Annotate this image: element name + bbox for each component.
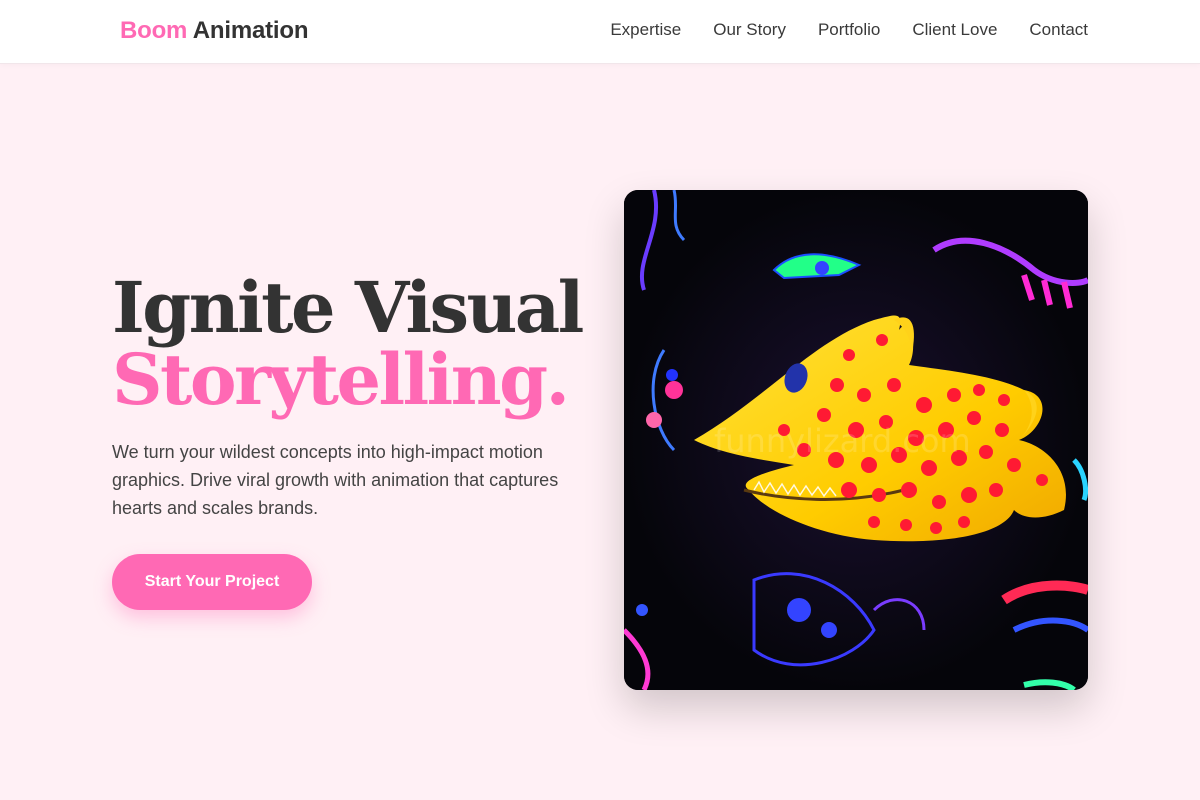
brand-accent: Boom	[120, 17, 188, 44]
nav-link-expertise[interactable]: Expertise	[610, 20, 681, 40]
image-watermark: funnylizard.com	[714, 422, 971, 460]
nav-link-client-love[interactable]: Client Love	[912, 20, 997, 40]
hero-description: We turn your wildest concepts into high-…	[112, 442, 559, 518]
hero-headline-line1: Ignite Visual	[112, 266, 584, 349]
nav-links: Expertise Our Story Portfolio Client Lov…	[610, 20, 1088, 40]
brand-logo[interactable]: Boom Animation	[120, 17, 309, 45]
top-navbar: Boom Animation Expertise Our Story Portf…	[0, 0, 1200, 64]
hero-illustration: funnylizard.com	[624, 190, 1088, 690]
hero-headline-line2: Storytelling.	[112, 338, 570, 421]
brand-rest: Animation	[187, 17, 309, 44]
nav-link-our-story[interactable]: Our Story	[713, 20, 786, 40]
start-project-button[interactable]: Start Your Project	[112, 554, 312, 610]
nav-link-portfolio[interactable]: Portfolio	[818, 20, 880, 40]
hero-headline: Ignite Visual Storytelling.	[112, 272, 592, 416]
nav-link-contact[interactable]: Contact	[1029, 20, 1088, 40]
hero-image: funnylizard.com	[624, 190, 1088, 690]
